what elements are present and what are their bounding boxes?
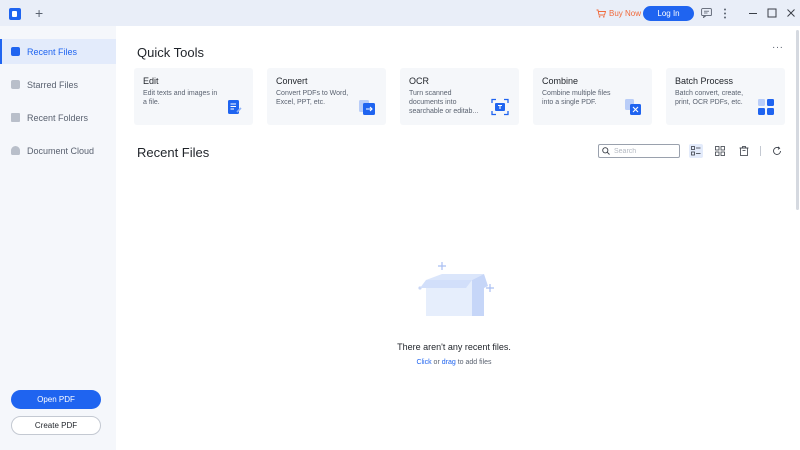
- sidebar-item-document-cloud[interactable]: Document Cloud: [0, 138, 116, 163]
- sidebar-item-starred-files[interactable]: Starred Files: [0, 72, 116, 97]
- drag-to-add-link[interactable]: drag: [442, 359, 456, 366]
- cloud-icon: [11, 146, 20, 155]
- create-pdf-button[interactable]: Create PDF: [11, 416, 101, 435]
- more-options-icon[interactable]: ···: [772, 42, 784, 53]
- maximize-icon[interactable]: [766, 7, 778, 19]
- sidebar-item-recent-folders[interactable]: Recent Folders: [0, 105, 116, 130]
- delete-bin-icon[interactable]: [737, 144, 751, 158]
- buy-now-link[interactable]: Buy Now: [596, 7, 641, 20]
- tool-card-ocr[interactable]: OCR Turn scanned documents into searchab…: [400, 68, 519, 125]
- empty-state-hint: Click or drag to add files: [316, 359, 592, 366]
- tool-name: Batch Process: [675, 76, 734, 86]
- sidebar-item-label: Starred Files: [27, 79, 79, 90]
- main-content: Quick Tools ··· Edit Edit texts and imag…: [116, 26, 800, 450]
- tool-card-combine[interactable]: Combine Combine multiple files into a si…: [533, 68, 652, 125]
- tool-name: Combine: [542, 76, 579, 86]
- tool-description: Batch convert, create, print, OCR PDFs, …: [675, 90, 744, 106]
- star-icon: [11, 80, 20, 89]
- edit-document-icon: [228, 100, 242, 114]
- search-input[interactable]: [614, 147, 676, 155]
- new-tab-button[interactable]: +: [35, 6, 43, 20]
- folder-icon: [11, 113, 20, 122]
- title-bar: + Buy Now Log In: [0, 0, 800, 26]
- recent-files-icon: [11, 47, 20, 56]
- cart-icon: [596, 9, 606, 18]
- tool-name: Edit: [143, 76, 159, 86]
- sidebar-item-label: Recent Files: [27, 46, 78, 57]
- grid-view-icon[interactable]: [713, 144, 727, 158]
- recent-files-title: Recent Files: [137, 145, 210, 160]
- close-icon[interactable]: [785, 7, 797, 19]
- chat-icon[interactable]: [700, 7, 712, 19]
- combine-icon: [625, 99, 641, 115]
- empty-box-illustration: [418, 262, 494, 316]
- buy-now-label: Buy Now: [609, 9, 642, 18]
- search-icon: [602, 147, 610, 155]
- more-vertical-icon[interactable]: [719, 7, 731, 19]
- toolbar-divider: [760, 146, 761, 156]
- vertical-scrollbar[interactable]: [796, 30, 799, 210]
- ocr-scan-icon: [491, 98, 509, 116]
- refresh-icon[interactable]: [770, 144, 784, 158]
- app-logo-icon[interactable]: [9, 8, 21, 20]
- open-pdf-button[interactable]: Open PDF: [11, 390, 101, 409]
- tool-card-convert[interactable]: Convert Convert PDFs to Word, Excel, PPT…: [267, 68, 386, 125]
- tool-description: Turn scanned documents into searchable o…: [409, 90, 479, 115]
- tool-description: Combine multiple files into a single PDF…: [542, 90, 611, 106]
- tool-name: Convert: [276, 76, 308, 86]
- search-field[interactable]: [598, 144, 680, 158]
- hint-rest-text: to add files: [455, 359, 492, 366]
- tool-card-batch-process[interactable]: Batch Process Batch convert, create, pri…: [666, 68, 785, 125]
- minimize-icon[interactable]: [747, 7, 759, 19]
- tool-card-edit[interactable]: Edit Edit texts and images in a file.: [134, 68, 253, 125]
- tool-description: Edit texts and images in a file.: [143, 90, 218, 106]
- sidebar: Recent Files Starred Files Recent Folder…: [0, 26, 116, 450]
- convert-icon: [359, 100, 375, 115]
- batch-process-icon: [758, 99, 774, 115]
- tool-name: OCR: [409, 76, 429, 86]
- hint-or-text: or: [431, 359, 442, 366]
- list-view-icon[interactable]: [689, 144, 703, 158]
- sidebar-item-label: Document Cloud: [27, 145, 95, 156]
- quick-tools-title: Quick Tools: [137, 45, 204, 60]
- log-in-button[interactable]: Log In: [643, 6, 694, 21]
- tool-description: Convert PDFs to Word, Excel, PPT, etc.: [276, 90, 349, 106]
- empty-state-message: There aren't any recent files.: [397, 342, 511, 352]
- sidebar-item-recent-files[interactable]: Recent Files: [0, 39, 116, 64]
- click-to-add-link[interactable]: Click: [416, 359, 431, 366]
- sidebar-item-label: Recent Folders: [27, 112, 89, 123]
